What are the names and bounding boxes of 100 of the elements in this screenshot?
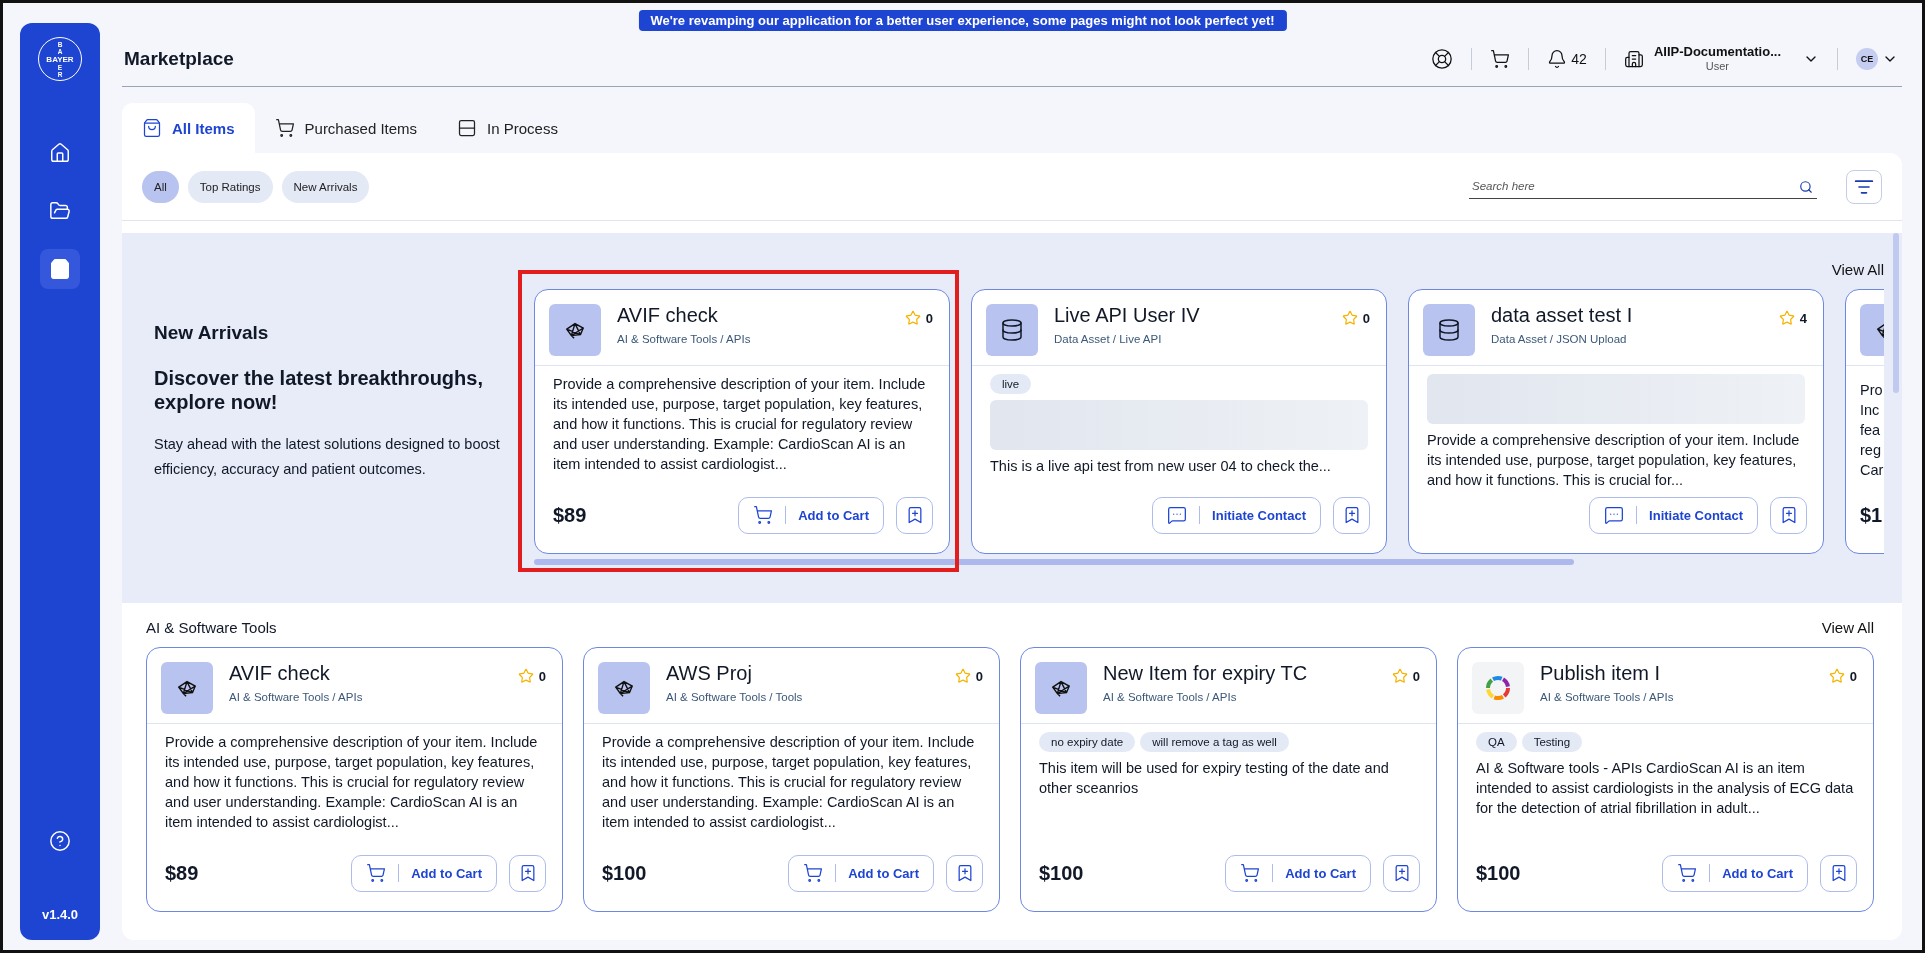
item-description: This is a live api test from new user 04 to check the... — [990, 457, 1332, 476]
item-category: Data Asset / JSON Upload — [1491, 333, 1628, 345]
description-line: Car — [1860, 461, 1884, 480]
bookmark-button[interactable] — [1383, 854, 1420, 892]
description-line: fea — [1860, 421, 1882, 440]
folder-icon — [49, 200, 71, 222]
cart-icon — [753, 505, 774, 525]
chat-icon — [1604, 505, 1625, 525]
item-description: This item will be used for expiry testing of the date and other sceanrios — [1039, 759, 1390, 798]
scrollbar[interactable] — [534, 559, 1574, 565]
item-tag: will remove a tag as well — [1140, 732, 1289, 752]
sidebar-nav-button[interactable] — [40, 249, 80, 289]
contact-button[interactable]: Initiate Contact — [1589, 496, 1758, 534]
item-tag: no expiry date — [1039, 732, 1136, 752]
item-category: AI & Software Tools / APIs — [1540, 691, 1675, 703]
item-price: $100 — [1476, 861, 1521, 885]
item-category: AI & Software Tools / APIs — [229, 691, 364, 703]
logo-wordmark: BAYER — [46, 54, 74, 64]
help-icon — [49, 830, 71, 852]
item-price: $89 — [165, 861, 199, 885]
bookmark-button[interactable] — [1820, 854, 1857, 892]
item-card[interactable] — [146, 647, 563, 912]
rows-icon — [457, 118, 478, 138]
notice-banner: We're revamping our application for a better user experience, some pages might not look perfect yet! — [638, 10, 1287, 31]
rating-count: 0 — [1412, 668, 1420, 684]
bookmark-button[interactable] — [946, 854, 983, 892]
item-price: $89 — [553, 503, 587, 527]
tab[interactable]: All Items — [122, 103, 255, 153]
rating-count: 0 — [975, 668, 983, 684]
item-card[interactable]: Live API User IV Data Asset / Live API 0 live This is a live api test from new user 04 to check the... Initiate Contact — [971, 289, 1387, 554]
filter-chip[interactable]: Top Ratings — [187, 170, 273, 203]
item-card[interactable]: New Item for expiry TC AI & Software Tools / APIs 0 no expiry date will remove a tag as well This item will be used for expiry testing of the date and other sceanrios $100 Add to Cart — [1020, 647, 1437, 912]
cart-icon — [366, 863, 387, 883]
bookmark-button[interactable] — [1770, 496, 1807, 534]
star-icon — [1391, 668, 1408, 684]
star-icon — [1341, 310, 1358, 326]
description-line: Inc — [1860, 401, 1881, 420]
user-menu-button[interactable]: CE — [1838, 47, 1902, 70]
item-price: $100 — [1039, 861, 1084, 885]
add-to-cart-button[interactable]: Add to Cart — [788, 854, 934, 892]
item-description: AI & Software tools - APIs CardioScan AI is an item intended to assist cardiologists in the analysis of ECG data for the detection of atrial fibrillation in adult... — [1476, 759, 1855, 818]
filter-chip[interactable]: New Arrivals — [281, 170, 370, 203]
search-field[interactable]: Search here — [1469, 174, 1817, 199]
item-description: Provide a comprehensive description of your item. Include its intended use, purpose, target population, key features, and how it functions. This is crucial for regulatory review and user understanding. Example: CardioScan AI is an item intended to assist cardiologist... — [553, 375, 927, 474]
star-icon — [1778, 310, 1795, 326]
add-to-cart-button[interactable]: Add to Cart — [1225, 854, 1371, 892]
item-description: Provide a comprehensive description of your item. Include its intended use, purpose, target population, key features, and how it functions. This is crucial for regulatory review and user understanding. Example: CardioScan AI is an item intended to assist cardiologist... — [165, 733, 539, 832]
item-card[interactable] — [1457, 647, 1874, 912]
item-title: AVIF check — [229, 662, 331, 685]
section-headline: Discover the latest breakthroughs, explore now! — [154, 366, 484, 414]
item-tag: Testing — [1521, 732, 1583, 752]
item-title: Publish item I — [1540, 662, 1662, 685]
lifebuoy-icon — [1431, 47, 1454, 70]
home-icon — [49, 142, 71, 164]
item-category: AI & Software Tools / Tools — [666, 691, 804, 703]
database-icon — [1000, 318, 1024, 342]
item-category: AI & Software Tools / APIs — [1103, 691, 1238, 703]
ring-logo-icon — [1485, 675, 1511, 701]
item-title: data asset test I — [1491, 304, 1634, 327]
item-card[interactable] — [1408, 289, 1824, 554]
star-icon — [954, 668, 971, 684]
avatar: CE — [1856, 47, 1878, 70]
scrollbar[interactable] — [1893, 233, 1899, 393]
item-card[interactable] — [534, 289, 950, 554]
item-tag: live — [990, 374, 1032, 394]
item-card[interactable] — [583, 647, 1000, 912]
contact-button[interactable]: Initiate Contact — [1152, 496, 1321, 534]
item-tag: QA — [1476, 732, 1517, 752]
section-description: Stay ahead with the latest solutions designed to boost efficiency, accuracy and patient outcomes. — [154, 435, 501, 479]
item-title: New Item for expiry TC — [1103, 662, 1309, 685]
filter-chip[interactable]: All — [142, 170, 179, 203]
section-title: AI & Software Tools — [146, 618, 277, 636]
filter-button[interactable] — [1846, 169, 1882, 204]
version-label: v1.4.0 — [41, 907, 79, 922]
search-icon — [1799, 179, 1813, 194]
item-price: $100 — [602, 861, 647, 885]
section-title: New Arrivals — [154, 322, 270, 344]
star-icon — [517, 668, 534, 684]
tab[interactable]: Purchased Items — [254, 103, 438, 153]
bookmark-button[interactable] — [1333, 496, 1370, 534]
cart-icon — [274, 118, 295, 138]
bag-icon — [49, 258, 71, 280]
add-to-cart-button[interactable]: Add to Cart — [1662, 854, 1808, 892]
star-icon — [1828, 668, 1845, 684]
chat-icon — [1167, 505, 1188, 525]
view-all-link[interactable]: View All — [1831, 261, 1884, 281]
item-card[interactable]: Pro Inc fea reg Car $1 — [1845, 289, 1884, 554]
rating-count: 0 — [538, 668, 546, 684]
account-switcher[interactable]: AIIP-Documentatio... User — [1605, 47, 1838, 70]
description-line: reg — [1860, 441, 1882, 460]
item-price: $1 — [1860, 503, 1883, 527]
bookmark-button[interactable] — [896, 496, 933, 534]
notifications-button[interactable]: 42 — [1529, 47, 1606, 70]
view-all-link[interactable]: View All — [1821, 618, 1874, 636]
tab[interactable]: In Process — [437, 103, 578, 153]
add-to-cart-button[interactable]: Add to Cart — [351, 854, 497, 892]
database-icon — [1437, 318, 1461, 342]
bookmark-button[interactable] — [509, 854, 546, 892]
add-to-cart-button[interactable]: Add to Cart — [738, 496, 884, 534]
item-category: Data Asset / Live API — [1054, 333, 1163, 345]
